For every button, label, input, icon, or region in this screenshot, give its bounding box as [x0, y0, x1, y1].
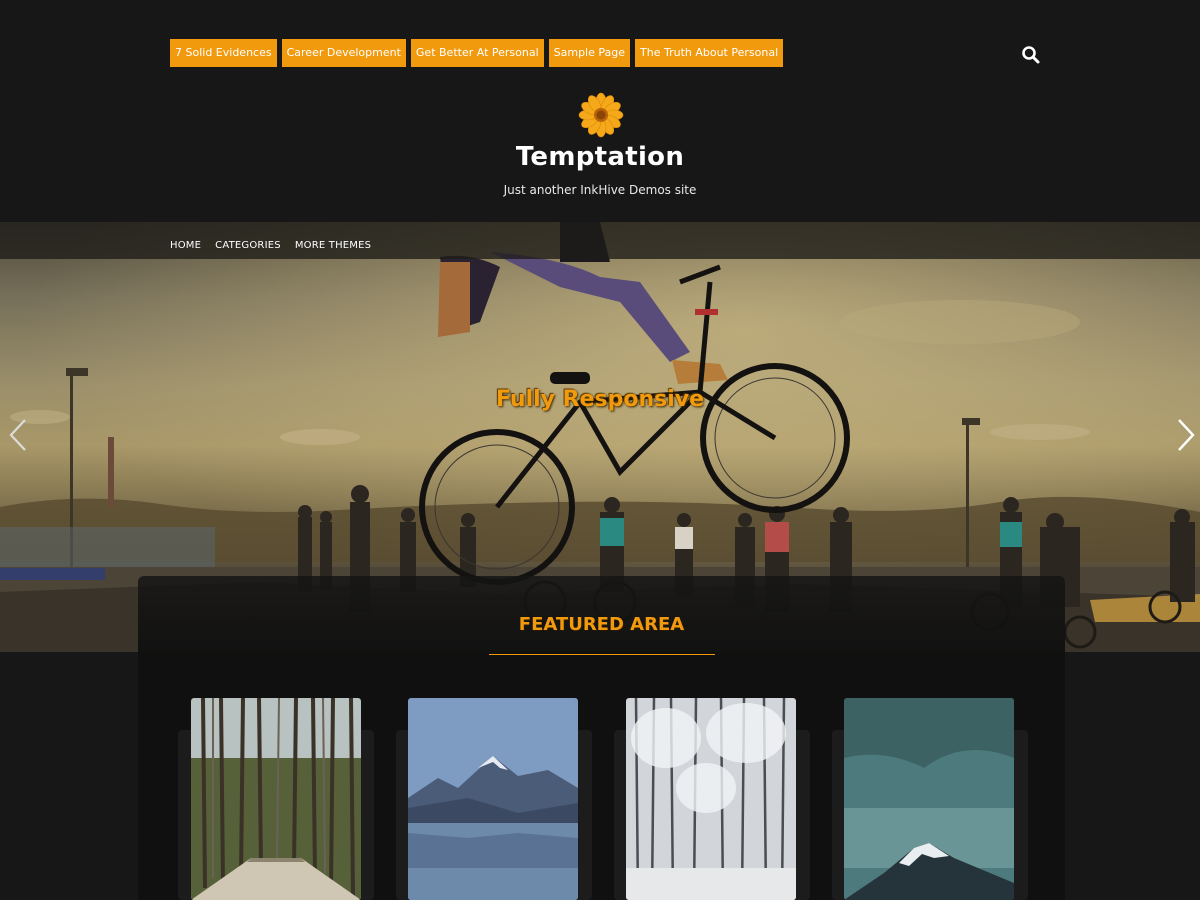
chevron-left-icon[interactable]	[8, 418, 28, 452]
top-menu-item-truth-about-personal[interactable]: The Truth About Personal	[635, 39, 784, 67]
nav-item-more-themes[interactable]: MORE THEMES	[295, 240, 371, 251]
featured-card-mountain-lake[interactable]	[408, 698, 578, 900]
top-menu-item-sample-page[interactable]: Sample Page	[548, 39, 631, 67]
featured-card-forest-boardwalk[interactable]	[191, 698, 361, 900]
site-header: 7 Solid Evidences Career Development Get…	[0, 0, 1200, 222]
nav-item-home[interactable]: HOME	[170, 240, 201, 251]
featured-area: FEATURED AREA	[138, 576, 1065, 900]
featured-card-snowy-forest[interactable]	[626, 698, 796, 900]
site-description: Just another InkHive Demos site	[503, 183, 697, 197]
site-title[interactable]: Temptation	[0, 142, 1200, 172]
nav-item-categories[interactable]: CATEGORIES	[215, 240, 281, 251]
top-menu-item-get-better-at-personal[interactable]: Get Better At Personal	[410, 39, 544, 67]
search-icon[interactable]	[1020, 44, 1042, 66]
top-menu-item-career-development[interactable]: Career Development	[281, 39, 406, 67]
featured-divider	[489, 654, 715, 655]
sunflower-logo[interactable]	[578, 92, 624, 138]
main-nav: HOME CATEGORIES MORE THEMES	[0, 222, 1200, 259]
top-menu-item-7-solid-evidences[interactable]: 7 Solid Evidences	[170, 39, 277, 67]
top-menu: 7 Solid Evidences Career Development Get…	[170, 39, 784, 67]
chevron-right-icon[interactable]	[1176, 418, 1196, 452]
featured-title: FEATURED AREA	[518, 614, 685, 635]
featured-card-snowy-peak[interactable]	[844, 698, 1014, 900]
slide-caption: Fully Responsive	[495, 387, 705, 412]
